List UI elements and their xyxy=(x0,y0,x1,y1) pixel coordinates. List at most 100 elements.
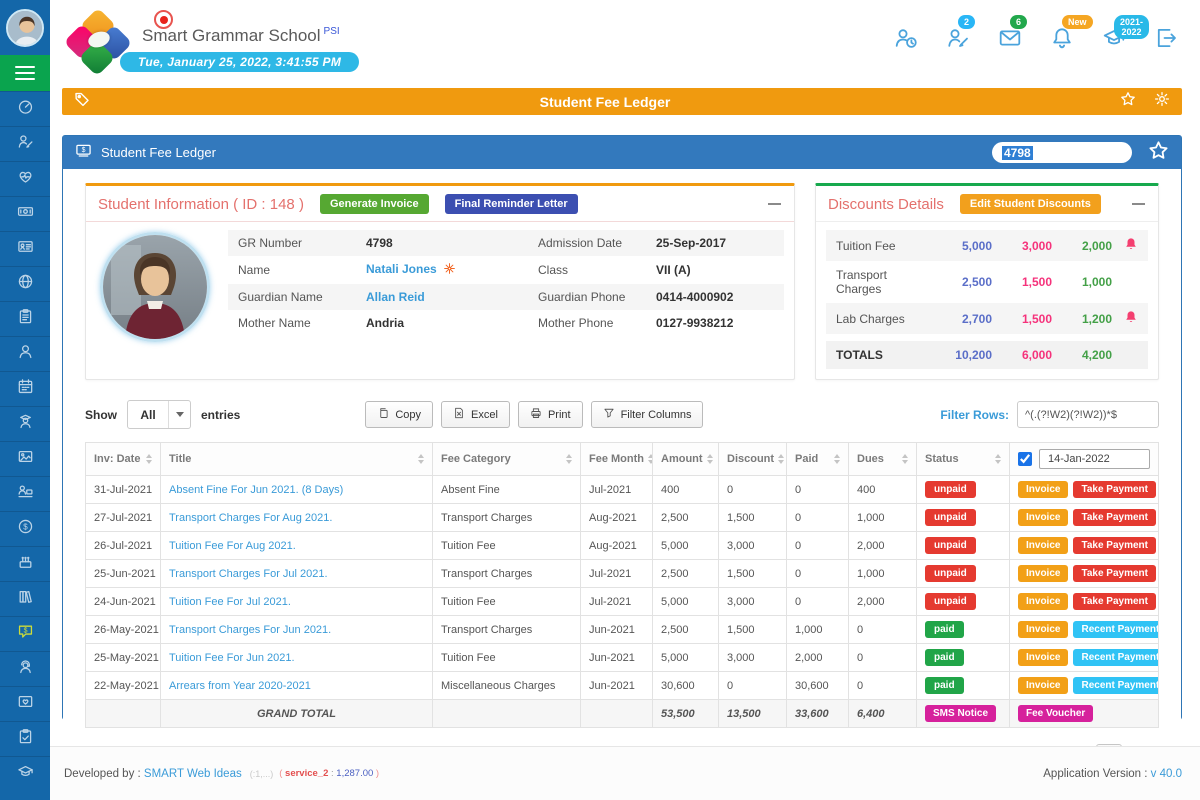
generate-invoice-button[interactable]: Generate Invoice xyxy=(320,194,429,214)
bell-button[interactable]: New xyxy=(1050,26,1074,55)
fee-title-link[interactable]: Tuition Fee For Aug 2021. xyxy=(169,540,296,552)
discount-row: Tuition Fee5,0003,0002,000 xyxy=(826,230,1148,261)
fee-title-link[interactable]: Tuition Fee For Jun 2021. xyxy=(169,652,295,664)
recent-payment-button[interactable]: Recent Payment xyxy=(1073,649,1158,666)
svg-text:$: $ xyxy=(23,522,28,531)
sidebar-item-library[interactable] xyxy=(0,581,50,616)
sidebar-item-academics[interactable] xyxy=(0,756,50,791)
take-payment-button[interactable]: Take Payment xyxy=(1073,565,1156,582)
invoice-button[interactable]: Invoice xyxy=(1018,621,1068,638)
sidebar-item-gallery[interactable] xyxy=(0,441,50,476)
paid: 0 xyxy=(787,476,849,504)
paid: 2,000 xyxy=(787,644,849,672)
fee-category: Tuition Fee xyxy=(433,588,581,616)
sidebar-item-web-portal[interactable] xyxy=(0,266,50,301)
invoice-button[interactable]: Invoice xyxy=(1018,509,1068,526)
graduation-cap-button[interactable]: 2021-2022 xyxy=(1102,26,1126,55)
discount-bell-icon xyxy=(1112,237,1138,254)
take-payment-button[interactable]: Take Payment xyxy=(1073,481,1156,498)
fee-title-link[interactable]: Arrears from Year 2020-2021 xyxy=(169,680,311,692)
take-payment-button[interactable]: Take Payment xyxy=(1073,593,1156,610)
filter-rows-input[interactable] xyxy=(1017,401,1159,428)
sidebar-item-clipboard[interactable] xyxy=(0,301,50,336)
recent-payment-button[interactable]: Recent Payment xyxy=(1073,621,1158,638)
sidebar-item-id-card[interactable] xyxy=(0,231,50,266)
discount: 3,000 xyxy=(719,644,787,672)
settings-gears-icon[interactable] xyxy=(1154,91,1170,112)
date-filter-input[interactable]: 14-Jan-2022 xyxy=(1039,449,1150,469)
fee-month: Jul-2021 xyxy=(581,476,653,504)
col-header-dues[interactable]: Dues xyxy=(849,443,917,476)
date-filter-checkbox[interactable] xyxy=(1018,452,1032,466)
col-header-discount[interactable]: Discount xyxy=(719,443,787,476)
sidebar-item-health[interactable] xyxy=(0,161,50,196)
sidebar-item-student-edit[interactable] xyxy=(0,126,50,161)
sidebar-item-birthday[interactable] xyxy=(0,546,50,581)
take-payment-button[interactable]: Take Payment xyxy=(1073,509,1156,526)
collapse-icon[interactable] xyxy=(768,197,782,211)
envelope-button[interactable]: 6 xyxy=(998,26,1022,55)
sidebar-item-tasks[interactable] xyxy=(0,721,50,756)
sidebar-item-health-card[interactable] xyxy=(0,686,50,721)
sidebar-item-fees-note[interactable] xyxy=(0,196,50,231)
sidebar-item-fee-receive[interactable]: $ xyxy=(0,511,50,546)
sidebar-item-student[interactable] xyxy=(0,336,50,371)
fee-voucher-button[interactable]: Fee Voucher xyxy=(1018,705,1093,722)
invoice-button[interactable]: Invoice xyxy=(1018,593,1068,610)
fee-month: Jun-2021 xyxy=(581,672,653,700)
invoice-button[interactable]: Invoice xyxy=(1018,649,1068,666)
sidebar-item-attendance[interactable] xyxy=(0,371,50,406)
developer-link[interactable]: SMART Web Ideas xyxy=(144,768,242,780)
panel-star-icon[interactable] xyxy=(1148,140,1169,166)
filter-rows-label[interactable]: Filter Rows: xyxy=(940,408,1009,422)
sms-notice-button[interactable]: SMS Notice xyxy=(925,705,996,722)
invoice-button[interactable]: Invoice xyxy=(1018,677,1068,694)
col-header-status[interactable]: Status xyxy=(917,443,1010,476)
gr-search-input[interactable]: 4798 xyxy=(992,142,1132,163)
take-payment-button[interactable]: Take Payment xyxy=(1073,537,1156,554)
invoice-button[interactable]: Invoice xyxy=(1018,481,1068,498)
col-header-inv-date[interactable]: Inv: Date xyxy=(86,443,161,476)
paid: 0 xyxy=(787,560,849,588)
user-clock-button[interactable] xyxy=(894,26,918,55)
copy-button[interactable]: Copy xyxy=(365,401,433,428)
inv-date: 25-Jun-2021 xyxy=(86,560,161,588)
page-length-select[interactable]: All xyxy=(127,400,191,429)
print-button[interactable]: Print xyxy=(518,401,583,428)
filter-columns-button[interactable]: Filter Columns xyxy=(591,401,704,428)
fee-title-link[interactable]: Tuition Fee For Jul 2021. xyxy=(169,596,291,608)
col-header-amount[interactable]: Amount xyxy=(653,443,719,476)
student-fields: GR Number4798Admission Date25-Sep-2017Na… xyxy=(228,230,784,342)
fee-title-link[interactable]: Transport Charges For Jun 2021. xyxy=(169,624,331,636)
col-header-paid[interactable]: Paid xyxy=(787,443,849,476)
sidebar-item-classroom[interactable] xyxy=(0,476,50,511)
sidebar-item-dashboard[interactable] xyxy=(0,91,50,126)
col-header-fee-category[interactable]: Fee Category xyxy=(433,443,581,476)
excel-button[interactable]: Excel xyxy=(441,401,510,428)
final-reminder-button[interactable]: Final Reminder Letter xyxy=(445,194,578,214)
field-value[interactable]: Allan Reid xyxy=(366,290,538,304)
col-header-fee-month[interactable]: Fee Month xyxy=(581,443,653,476)
logout-button[interactable] xyxy=(1154,26,1178,55)
status-badge: unpaid xyxy=(925,537,976,554)
sidebar-item-support[interactable] xyxy=(0,651,50,686)
amount: 30,600 xyxy=(653,672,719,700)
heart-pulse-icon xyxy=(17,168,34,190)
sidebar-item-fee-ledger[interactable]: $ xyxy=(0,616,50,651)
fee-title-link[interactable]: Transport Charges For Aug 2021. xyxy=(169,512,332,524)
menu-toggle-button[interactable] xyxy=(0,55,50,91)
edit-discounts-button[interactable]: Edit Student Discounts xyxy=(960,194,1101,214)
field-value[interactable]: Natali Jones xyxy=(366,262,538,278)
invoice-button[interactable]: Invoice xyxy=(1018,565,1068,582)
recent-payment-button[interactable]: Recent Payment xyxy=(1073,677,1158,694)
user-avatar[interactable] xyxy=(6,9,44,47)
col-header-title[interactable]: Title xyxy=(161,443,433,476)
sort-icon xyxy=(418,454,424,464)
user-edit-button[interactable]: 2 xyxy=(946,26,970,55)
invoice-button[interactable]: Invoice xyxy=(1018,537,1068,554)
favorite-star-icon[interactable] xyxy=(1120,91,1136,112)
collapse-icon[interactable] xyxy=(1132,197,1146,211)
sidebar-item-staff[interactable] xyxy=(0,406,50,441)
fee-title-link[interactable]: Absent Fine For Jun 2021. (8 Days) xyxy=(169,484,343,496)
fee-title-link[interactable]: Transport Charges For Jul 2021. xyxy=(169,568,328,580)
